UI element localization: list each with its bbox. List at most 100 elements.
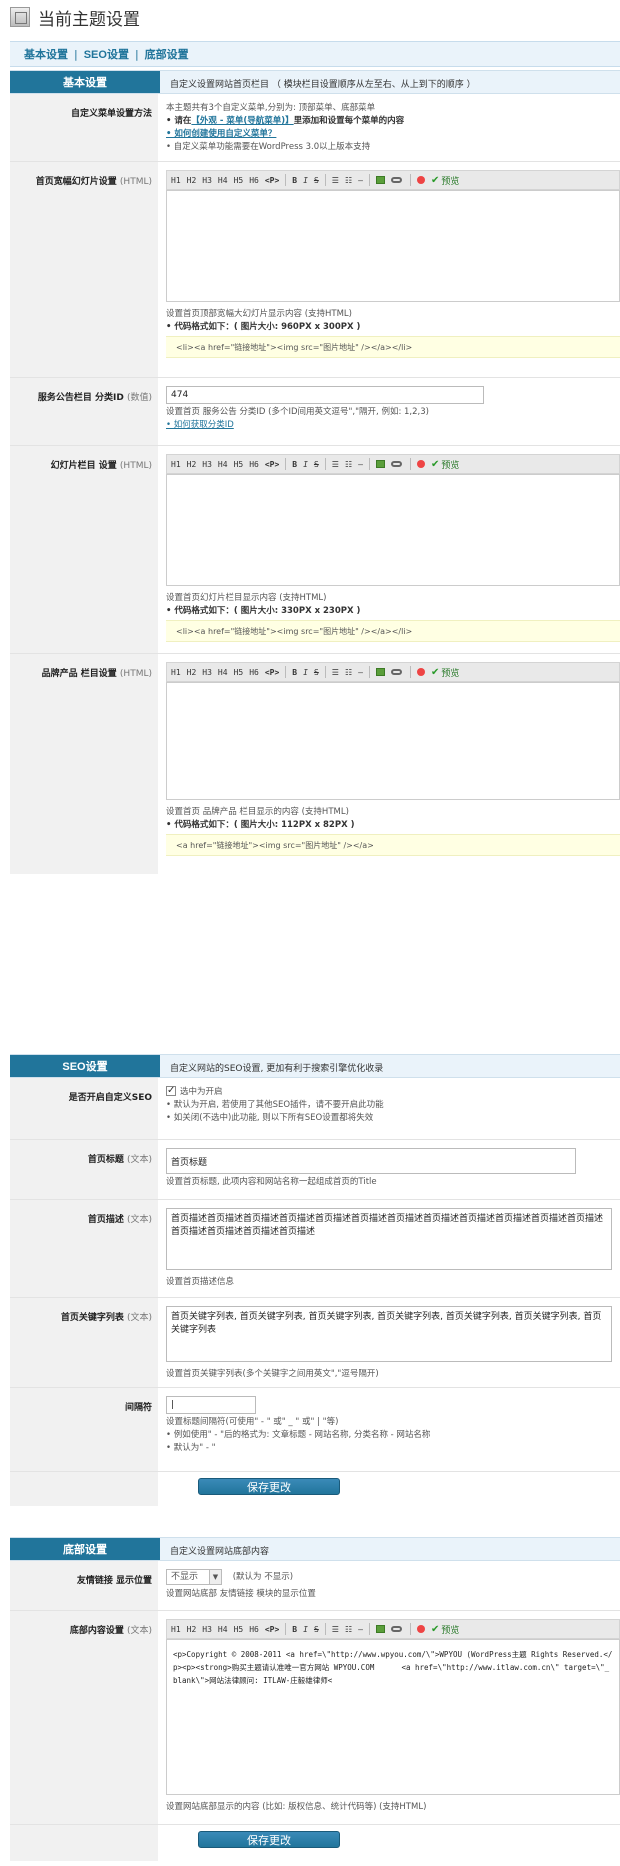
image-icon[interactable] bbox=[375, 460, 385, 468]
h1-button[interactable]: H1 bbox=[171, 668, 181, 677]
code-icon[interactable] bbox=[416, 1625, 425, 1633]
nav-seo-link[interactable]: SEO设置 bbox=[84, 46, 129, 62]
image-icon[interactable] bbox=[375, 176, 385, 184]
banner-editor[interactable] bbox=[166, 190, 620, 302]
get-category-id-link[interactable]: • 如何获取分类ID bbox=[166, 420, 234, 430]
paragraph-button[interactable]: <P> bbox=[265, 668, 279, 677]
image-icon[interactable] bbox=[375, 1625, 385, 1633]
separator-note: • 默认为" - " bbox=[166, 1443, 216, 1453]
footer-content-editor[interactable]: <p>Copyright © 2008-2011 <a href=\"http:… bbox=[166, 1639, 620, 1795]
h1-button[interactable]: H1 bbox=[171, 1625, 181, 1634]
bold-button[interactable]: B bbox=[292, 668, 297, 677]
unordered-list-icon[interactable]: ☰ bbox=[332, 460, 339, 469]
footer-section-header: 底部设置 自定义设置网站底部内容 bbox=[10, 1537, 620, 1561]
seo-keywords-textarea[interactable]: 首页关键字列表, 首页关键字列表, 首页关键字列表, 首页关键字列表, 首页关键… bbox=[166, 1306, 612, 1362]
horizontal-rule-icon[interactable]: — bbox=[358, 460, 363, 469]
slide-editor[interactable] bbox=[166, 474, 620, 586]
seo-enable-checkbox[interactable] bbox=[166, 1084, 176, 1097]
code-icon[interactable] bbox=[416, 176, 425, 184]
friend-links-select[interactable]: 不显示 ▼ bbox=[166, 1569, 222, 1585]
footer-section: 底部设置 自定义设置网站底部内容 友情链接 显示位置 不显示 ▼ (默认为 不显示… bbox=[10, 1537, 620, 1866]
ordered-list-icon[interactable]: ☷ bbox=[345, 460, 352, 469]
h6-button[interactable]: H6 bbox=[249, 1625, 259, 1634]
field-label: 底部内容设置 (文本) bbox=[69, 1626, 152, 1636]
h6-button[interactable]: H6 bbox=[249, 668, 259, 677]
h3-button[interactable]: H3 bbox=[202, 668, 212, 677]
ordered-list-icon[interactable]: ☷ bbox=[345, 176, 352, 185]
strike-button[interactable]: S bbox=[314, 176, 319, 185]
strike-button[interactable]: S bbox=[314, 668, 319, 677]
h5-button[interactable]: H5 bbox=[234, 668, 244, 677]
h5-button[interactable]: H5 bbox=[234, 460, 244, 469]
separator-note: • 例如使用" - "后的格式为: 文章标题 - 网站名称, 分类名称 - 网站… bbox=[166, 1430, 431, 1440]
seo-title-input[interactable]: 首页标题 bbox=[166, 1148, 576, 1174]
page-title: 当前主题设置 bbox=[38, 9, 140, 29]
ordered-list-icon[interactable]: ☷ bbox=[345, 668, 352, 677]
h6-button[interactable]: H6 bbox=[249, 176, 259, 185]
link-icon[interactable] bbox=[390, 1626, 402, 1632]
separator-input[interactable]: | bbox=[166, 1396, 256, 1414]
preview-button[interactable]: 预览 bbox=[441, 458, 459, 471]
strike-button[interactable]: S bbox=[314, 1625, 319, 1634]
h4-button[interactable]: H4 bbox=[218, 176, 228, 185]
link-icon[interactable] bbox=[390, 669, 402, 675]
basic-section-header: 基本设置 自定义设置网站首页栏目 （ 模块栏目设置顺序从左至右、从上到下的顺序 … bbox=[10, 70, 620, 94]
link-icon[interactable] bbox=[390, 461, 402, 467]
h3-button[interactable]: H3 bbox=[202, 460, 212, 469]
link-icon[interactable] bbox=[390, 177, 402, 183]
seo-save-button[interactable]: 保存更改 bbox=[198, 1478, 340, 1495]
bold-button[interactable]: B bbox=[292, 176, 297, 185]
code-icon[interactable] bbox=[416, 460, 425, 468]
horizontal-rule-icon[interactable]: — bbox=[358, 176, 363, 185]
editor-toolbar: H1 H2 H3 H4 H5 H6 <P> B I S ☰ ☷ — ✔ 预览 bbox=[166, 170, 620, 190]
brand-editor[interactable] bbox=[166, 682, 620, 800]
h4-button[interactable]: H4 bbox=[218, 460, 228, 469]
basic-section: 基本设置 自定义设置网站首页栏目 （ 模块栏目设置顺序从左至右、从上到下的顺序 … bbox=[10, 70, 620, 878]
h3-button[interactable]: H3 bbox=[202, 176, 212, 185]
ordered-list-icon[interactable]: ☷ bbox=[345, 1625, 352, 1634]
h2-button[interactable]: H2 bbox=[187, 1625, 197, 1634]
h6-button[interactable]: H6 bbox=[249, 460, 259, 469]
italic-button[interactable]: I bbox=[303, 460, 308, 469]
notice-category-input[interactable]: 474 bbox=[166, 386, 484, 404]
paragraph-button[interactable]: <P> bbox=[265, 176, 279, 185]
paragraph-button[interactable]: <P> bbox=[265, 460, 279, 469]
italic-button[interactable]: I bbox=[303, 668, 308, 677]
code-icon[interactable] bbox=[416, 668, 425, 676]
nav-basic-link[interactable]: 基本设置 bbox=[24, 46, 68, 62]
seo-section: SEO设置 自定义网站的SEO设置, 更加有利于搜索引擎优化收录 是否开启自定义… bbox=[10, 1054, 620, 1554]
italic-button[interactable]: I bbox=[303, 1625, 308, 1634]
editor-toolbar: H1 H2 H3 H4 H5 H6 <P> B I S ☰ ☷ — ✔ 预览 bbox=[166, 454, 620, 474]
unordered-list-icon[interactable]: ☰ bbox=[332, 668, 339, 677]
h5-button[interactable]: H5 bbox=[234, 176, 244, 185]
h4-button[interactable]: H4 bbox=[218, 668, 228, 677]
horizontal-rule-icon[interactable]: — bbox=[358, 668, 363, 677]
preview-button[interactable]: 预览 bbox=[441, 174, 459, 187]
unordered-list-icon[interactable]: ☰ bbox=[332, 1625, 339, 1634]
how-to-menu-link[interactable]: • 如何创建使用自定义菜单？ bbox=[166, 129, 276, 139]
h2-button[interactable]: H2 bbox=[187, 668, 197, 677]
footer-save-button[interactable]: 保存更改 bbox=[198, 1831, 340, 1848]
italic-button[interactable]: I bbox=[303, 176, 308, 185]
menu-admin-link[interactable]: 【外观 - 菜单(导航菜单)】 bbox=[191, 116, 293, 126]
h2-button[interactable]: H2 bbox=[187, 460, 197, 469]
paragraph-button[interactable]: <P> bbox=[265, 1625, 279, 1634]
h1-button[interactable]: H1 bbox=[171, 460, 181, 469]
preview-button[interactable]: 预览 bbox=[441, 666, 459, 679]
banner-note: 设置首页顶部宽幅大幻灯片显示内容 (支持HTML) bbox=[166, 309, 352, 319]
seo-description-textarea[interactable]: 首页描述首页描述首页描述首页描述首页描述首页描述首页描述首页描述首页描述首页描述… bbox=[166, 1208, 612, 1270]
image-icon[interactable] bbox=[375, 668, 385, 676]
horizontal-rule-icon[interactable]: — bbox=[358, 1625, 363, 1634]
h3-button[interactable]: H3 bbox=[202, 1625, 212, 1634]
preview-button[interactable]: 预览 bbox=[441, 1623, 459, 1636]
bold-button[interactable]: B bbox=[292, 1625, 297, 1634]
h4-button[interactable]: H4 bbox=[218, 1625, 228, 1634]
friend-links-note: 设置网站底部 友情链接 模块的显示位置 bbox=[166, 1589, 316, 1599]
nav-footer-link[interactable]: 底部设置 bbox=[145, 46, 189, 62]
h1-button[interactable]: H1 bbox=[171, 176, 181, 185]
unordered-list-icon[interactable]: ☰ bbox=[332, 176, 339, 185]
h5-button[interactable]: H5 bbox=[234, 1625, 244, 1634]
h2-button[interactable]: H2 bbox=[187, 176, 197, 185]
strike-button[interactable]: S bbox=[314, 460, 319, 469]
bold-button[interactable]: B bbox=[292, 460, 297, 469]
